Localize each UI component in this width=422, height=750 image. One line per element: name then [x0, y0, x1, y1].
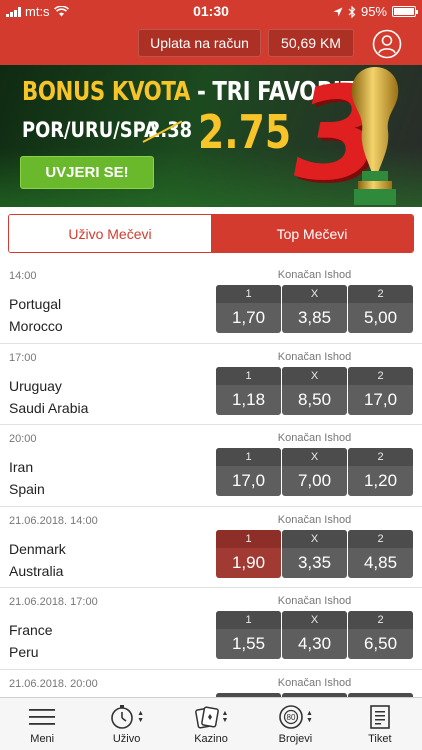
match-time: 21.06.2018. 20:00	[9, 677, 98, 690]
odd-button-home[interactable]: 1 1,18	[216, 366, 281, 415]
match-time: 20:00	[9, 433, 37, 445]
bottom-navigation: Meni ▲ ▼ Uživo ▲ ▼ Kazino 80 ▲ ▼ Brojevi…	[0, 697, 422, 750]
match-tabs: Uživo Mečevi Top Mečevi	[8, 214, 414, 253]
odd-button-home[interactable]: 1 1,70	[216, 285, 281, 333]
home-team: Iran	[9, 459, 34, 475]
away-team: Morocco	[9, 318, 63, 334]
match-time: 17:00	[9, 351, 37, 364]
world-cup-trophy-icon	[351, 67, 399, 205]
odd-button-home[interactable]: 1 17,0	[216, 448, 281, 496]
battery-percent: 95%	[360, 4, 387, 19]
bluetooth-icon	[348, 5, 356, 18]
home-team: Portugal	[9, 296, 62, 312]
ticket-icon	[370, 705, 390, 729]
battery-icon	[392, 6, 418, 17]
market-label: Konačan Ishod	[277, 432, 352, 444]
nav-item-menu[interactable]: Meni	[0, 698, 84, 750]
match-row[interactable]: 21.06.2018. 17:00 Konačan Ishod France P…	[0, 588, 422, 670]
nav-item-live[interactable]: ▲ ▼ Uživo	[84, 698, 168, 750]
nav-label: Brojevi	[278, 733, 313, 745]
odd-button-away[interactable]: 2 17,0	[348, 366, 413, 415]
match-time: 21.06.2018. 14:00	[9, 514, 98, 527]
svg-text:80: 80	[287, 713, 296, 722]
away-team: Australia	[9, 562, 64, 579]
match-list: 14:00 Konačan Ishod Portugal Morocco 1 1,…	[0, 262, 422, 750]
balance-display[interactable]: 50,69 KM	[268, 29, 354, 57]
odd-button-draw[interactable]: X 3,35	[282, 529, 347, 578]
nav-item-casino[interactable]: ▲ ▼ Kazino	[169, 698, 253, 750]
market-label: Konačan Ishod	[277, 595, 352, 607]
home-team: Denmark	[9, 540, 66, 557]
user-profile-icon[interactable]	[372, 29, 402, 59]
stopwatch-icon	[111, 705, 133, 729]
tab-top-matches[interactable]: Top Mečevi	[211, 215, 413, 252]
nav-label: Kazino	[194, 733, 228, 745]
banner-new-odd: 2.75	[198, 105, 292, 159]
match-row[interactable]: 21.06.2018. 14:00 Konačan Ishod Denmark …	[0, 507, 422, 588]
home-team: Uruguay	[9, 377, 62, 394]
location-arrow-icon	[333, 7, 343, 16]
match-row[interactable]: 17:00 Konačan Ishod Uruguay Saudi Arabia…	[0, 344, 422, 425]
odd-button-away[interactable]: 2 5,00	[348, 285, 413, 333]
odd-button-draw[interactable]: X 4,30	[282, 611, 347, 659]
odd-button-draw[interactable]: X 7,00	[282, 448, 347, 496]
odd-button-away[interactable]: 2 1,20	[348, 448, 413, 496]
tab-live-matches[interactable]: Uživo Mečevi	[9, 215, 211, 252]
app-header: mt:s 01:30 95% Uplata na račun 50,69 KM	[0, 0, 422, 65]
away-team: Peru	[9, 644, 39, 660]
odd-button-away[interactable]: 2 4,85	[348, 529, 413, 578]
status-bar: mt:s 01:30 95%	[0, 0, 422, 22]
odd-button-draw[interactable]: X 8,50	[282, 366, 347, 415]
banner-old-odd: 2.38	[148, 118, 193, 142]
nav-item-numbers[interactable]: 80 ▲ ▼ Brojevi	[253, 698, 337, 750]
nav-label: Meni	[30, 733, 55, 745]
banner-teams: POR/URU/SPA	[22, 118, 158, 142]
market-label: Konačan Ishod	[277, 350, 352, 363]
odd-button-home-selected[interactable]: 1 1,90	[216, 529, 281, 578]
odd-button-away[interactable]: 2 6,50	[348, 611, 413, 659]
odd-button-draw[interactable]: X 3,85	[282, 285, 347, 333]
away-team: Spain	[9, 481, 45, 497]
home-team: France	[9, 622, 53, 638]
promo-banner[interactable]: BONUS KVOTA - TRI FAVORITA POR/URU/SPA 2…	[0, 65, 422, 207]
match-time: 21.06.2018. 17:00	[9, 596, 98, 608]
match-time: 14:00	[9, 270, 37, 282]
nav-label: Tiket	[368, 733, 392, 745]
match-row[interactable]: 14:00 Konačan Ishod Portugal Morocco 1 1,…	[0, 262, 422, 344]
odd-button-home[interactable]: 1 1,55	[216, 611, 281, 659]
market-label: Konačan Ishod	[277, 676, 352, 689]
lottery-ball-icon: 80	[279, 705, 303, 729]
deposit-button[interactable]: Uplata na račun	[138, 29, 261, 57]
sort-arrows-icon: ▲ ▼	[137, 710, 145, 724]
market-label: Konačan Ishod	[277, 513, 352, 526]
menu-icon	[29, 709, 56, 725]
sort-arrows-icon: ▲ ▼	[221, 710, 229, 724]
nav-label: Uživo	[112, 733, 141, 745]
promo-cta-button[interactable]: UVJERI SE!	[20, 156, 154, 189]
away-team: Saudi Arabia	[9, 399, 89, 416]
match-row[interactable]: 20:00 Konačan Ishod Iran Spain 1 17,0 X 7,…	[0, 425, 422, 507]
nav-item-ticket[interactable]: Tiket	[338, 698, 422, 750]
cards-icon	[194, 706, 219, 729]
sort-arrows-icon: ▲ ▼	[305, 710, 313, 724]
market-label: Konačan Ishod	[277, 269, 352, 281]
